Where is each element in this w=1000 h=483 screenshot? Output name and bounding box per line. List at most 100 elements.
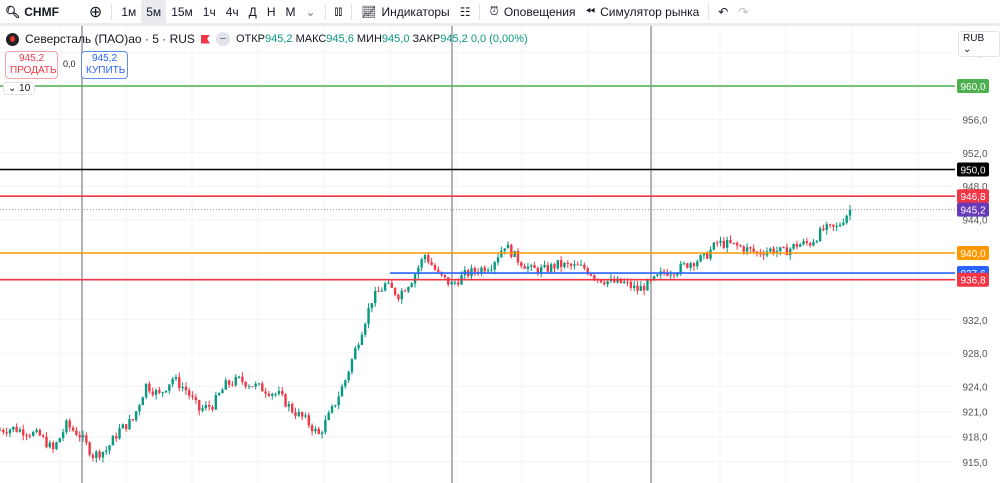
interval-3[interactable]: 1ч — [198, 0, 221, 24]
candle-body — [686, 263, 689, 268]
candle-body — [201, 408, 204, 411]
indicators-button[interactable]: 📈︎ Индикаторы — [356, 0, 454, 24]
candle-body — [111, 436, 115, 446]
candle-body — [629, 281, 633, 288]
candle-body — [340, 386, 344, 397]
candle-body — [486, 270, 490, 272]
candle-body — [324, 419, 327, 433]
candle-body — [848, 209, 852, 216]
candle-body — [294, 412, 297, 416]
candle-body — [779, 247, 782, 252]
candle-body — [818, 228, 822, 242]
chart-type-button[interactable]: ⫾⫾ — [330, 0, 348, 24]
symbol-label: CHMF — [24, 4, 59, 19]
interval-2[interactable]: 15м — [166, 0, 198, 24]
candle-body — [314, 428, 317, 432]
candle-body — [241, 376, 244, 383]
candle-body — [158, 390, 161, 393]
divider — [324, 3, 326, 20]
candle-body — [247, 386, 251, 388]
collapse-count: 10 — [19, 83, 31, 94]
candle-body — [65, 420, 68, 433]
candle-body — [5, 432, 8, 434]
candle-body — [453, 282, 457, 284]
candle-body — [211, 406, 214, 410]
currency-dropdown[interactable]: RUB ⌄ — [958, 31, 1000, 57]
candle-body — [672, 274, 676, 276]
candle-body — [712, 242, 716, 250]
candle-body — [549, 264, 553, 272]
candle-body — [623, 281, 626, 284]
price-line-label: 945,2 — [960, 206, 985, 217]
high-value: 945,6 — [326, 33, 354, 45]
redo-button[interactable]: ↷ — [733, 0, 753, 24]
candle-body — [762, 254, 765, 256]
candle-body — [838, 224, 842, 227]
candle-body — [118, 428, 121, 439]
candle-body — [805, 241, 809, 243]
interval-7[interactable]: М — [280, 0, 300, 24]
candle-body — [752, 248, 755, 252]
price-line-label: 946,8 — [960, 192, 985, 203]
interval-0[interactable]: 1м — [116, 0, 141, 24]
candle-body — [500, 250, 503, 258]
candle-body — [569, 263, 573, 266]
candle-body — [397, 294, 400, 300]
grid-icon: ☷ — [459, 4, 471, 19]
candle-body — [822, 228, 825, 230]
candle-body — [828, 224, 832, 226]
flag-icon[interactable] — [200, 34, 210, 44]
sell-button[interactable]: 945,2 ПРОДАТЬ — [5, 51, 58, 79]
candle-body — [221, 389, 224, 394]
symbol-search[interactable]: 🔍︎ CHMF — [0, 0, 64, 24]
replay-button[interactable]: ⏪︎ Симулятор рынка — [581, 0, 705, 24]
interval-5[interactable]: Д — [244, 0, 262, 24]
templates-button[interactable]: ☷ — [455, 0, 476, 24]
divider — [708, 3, 710, 20]
y-tick-label: 944,0 — [962, 216, 987, 227]
candle-body — [715, 242, 719, 244]
compare-button[interactable]: ⊕ — [84, 0, 107, 24]
candle-body — [742, 246, 745, 252]
interval-6[interactable]: Н — [262, 0, 281, 24]
candle-body — [450, 282, 453, 285]
candle-body — [75, 430, 78, 436]
y-tick-label: 956,0 — [962, 115, 987, 126]
candle-body — [503, 248, 506, 251]
candle-body — [194, 397, 198, 401]
search-icon: 🔍︎ — [5, 4, 21, 19]
collapse-legend-icon[interactable]: − — [215, 32, 230, 46]
candle-body — [706, 253, 709, 259]
interval-4[interactable]: 4ч — [221, 0, 244, 24]
candle-body — [334, 405, 337, 407]
alerts-button[interactable]: ⏰︎ Оповещения — [484, 0, 580, 24]
candle-body — [178, 377, 181, 388]
candle-body — [15, 426, 18, 432]
candle-body — [161, 392, 164, 394]
buy-button[interactable]: 945,2 КУПИТЬ — [81, 51, 128, 79]
interval-1[interactable]: 5м — [141, 0, 167, 24]
candle-body — [71, 427, 75, 431]
candle-body — [231, 384, 234, 386]
indicators-collapse-button[interactable]: ⌄ 10 — [3, 82, 36, 95]
y-tick-label: 918,0 — [962, 433, 987, 444]
chevron-down-icon: ⌄ — [963, 44, 972, 55]
candle-body — [168, 384, 171, 391]
candle-body — [224, 380, 227, 390]
candle-body — [267, 393, 271, 396]
candle-body — [407, 287, 410, 292]
candle-body — [121, 424, 125, 429]
price-chart[interactable]: 964,0960,0956,0952,0948,0944,0940,0932,0… — [0, 26, 1000, 483]
buy-label: КУПИТЬ — [86, 65, 126, 76]
candle-body — [357, 344, 360, 349]
candle-body — [95, 451, 98, 458]
candle-body — [457, 282, 460, 285]
interval-dropdown[interactable]: ⌄ — [300, 0, 320, 24]
undo-button[interactable]: ↶ — [713, 0, 733, 24]
candle-body — [709, 249, 712, 259]
y-tick-label: 915,0 — [962, 458, 987, 469]
candle-body — [447, 277, 450, 285]
candle-body — [32, 432, 35, 436]
candle-body — [320, 432, 324, 434]
candle-body — [639, 286, 643, 291]
